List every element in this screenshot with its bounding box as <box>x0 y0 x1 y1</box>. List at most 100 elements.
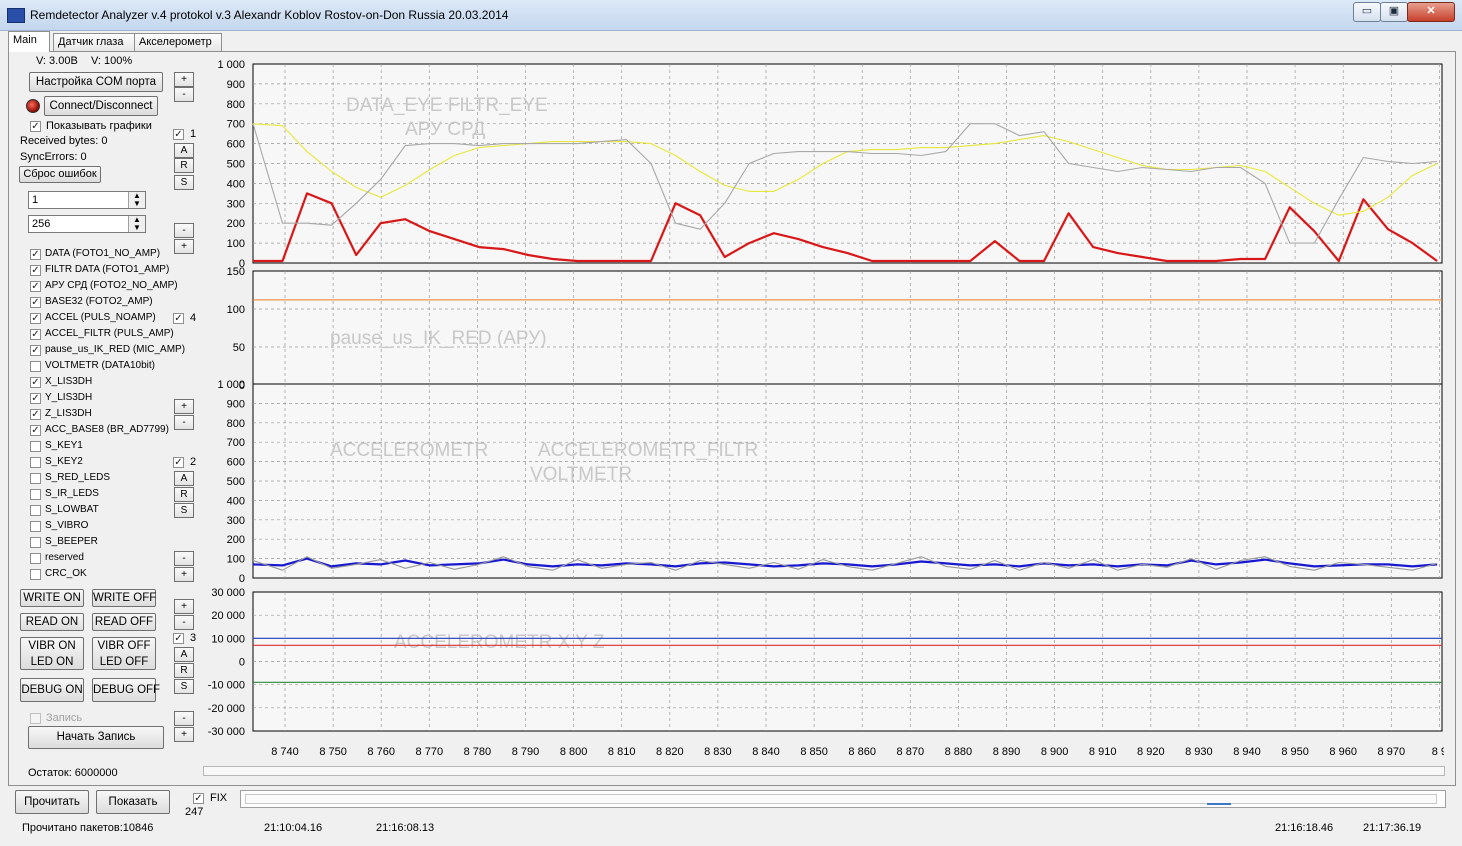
debug-off-button[interactable]: DEBUG OFF <box>92 678 160 702</box>
plus-button[interactable]: + <box>174 567 194 582</box>
channel-label: S_KEY1 <box>45 440 83 451</box>
auto-scale-button[interactable]: A <box>174 647 194 662</box>
x-tick-label: 8 810 <box>608 746 636 758</box>
channel-checkbox[interactable] <box>30 505 41 516</box>
plus-button[interactable]: + <box>174 72 194 87</box>
channel-checkbox[interactable] <box>30 521 41 532</box>
y-tick-label: 400 <box>227 178 245 190</box>
tab-accelerometer[interactable]: Акселерометр <box>134 33 222 51</box>
read-button[interactable]: Прочитать <box>15 790 89 814</box>
auto-scale-button[interactable]: A <box>174 143 194 158</box>
vibr-led-off-button[interactable]: VIBR OFF LED OFF <box>92 637 156 670</box>
x-tick-label: 8 970 <box>1378 746 1406 758</box>
x-tick-label: 8 950 <box>1281 746 1309 758</box>
channel-checkbox[interactable]: ✓ <box>30 313 41 324</box>
led-off-label: LED OFF <box>99 656 149 668</box>
write-on-button[interactable]: WRITE ON <box>20 589 84 607</box>
start-record-button[interactable]: Начать Запись <box>28 726 164 749</box>
y-tick-label: 700 <box>227 437 245 449</box>
channel-checkbox[interactable]: ✓ <box>30 329 41 340</box>
tab-eye-sensor[interactable]: Датчик глаза <box>53 33 135 51</box>
auto-scale-button[interactable]: A <box>174 471 194 486</box>
graph-4-checkbox[interactable]: ✓ <box>173 313 184 324</box>
channel-checkbox[interactable] <box>30 489 41 500</box>
scale-button[interactable]: S <box>174 175 194 190</box>
channel-checkbox[interactable] <box>30 473 41 484</box>
channel-checkbox[interactable]: ✓ <box>30 425 41 436</box>
graph-3-checkbox[interactable]: ✓ <box>173 633 184 644</box>
minimize-button[interactable]: ▭ <box>1353 2 1381 22</box>
channel-checkbox[interactable]: ✓ <box>30 377 41 388</box>
read-off-button[interactable]: READ OFF <box>92 613 156 631</box>
debug-on-button[interactable]: DEBUG ON <box>20 678 84 702</box>
channel-label: S_BEEPER <box>45 536 98 547</box>
channel-checkbox[interactable] <box>30 537 41 548</box>
y-tick-label: -30 000 <box>208 726 245 738</box>
chart-hscroll[interactable] <box>203 766 1445 776</box>
minus-button[interactable]: - <box>174 711 194 726</box>
x-tick-label: 8 790 <box>512 746 540 758</box>
channel-checkbox[interactable] <box>30 457 41 468</box>
plus-button[interactable]: + <box>174 239 194 254</box>
timeline-track[interactable] <box>245 794 1437 804</box>
timeline-scrollbar[interactable] <box>240 790 1446 808</box>
scale-button[interactable]: S <box>174 679 194 694</box>
channel-checkbox[interactable]: ✓ <box>30 297 41 308</box>
y-tick-label: 800 <box>227 99 245 111</box>
x-tick-label: 8 960 <box>1329 746 1357 758</box>
channel-checkbox[interactable]: ✓ <box>30 345 41 356</box>
com-settings-button[interactable]: Настройка COM порта <box>29 72 163 92</box>
graph-3-label: 3 <box>190 632 197 644</box>
x-tick-label: 8 800 <box>560 746 588 758</box>
channel-checkbox[interactable] <box>30 361 41 372</box>
show-button[interactable]: Показать <box>96 790 170 814</box>
maximize-button[interactable]: ▣ <box>1380 2 1408 22</box>
channel-checkbox[interactable] <box>30 441 41 452</box>
close-button[interactable]: ✕ <box>1407 2 1455 22</box>
chart-watermark: VOLTMETR <box>530 464 632 485</box>
record-checkbox[interactable] <box>30 713 41 724</box>
connect-disconnect-button[interactable]: Connect/Disconnect <box>44 96 158 116</box>
x-tick-label: 8 760 <box>367 746 395 758</box>
vibr-led-on-button[interactable]: VIBR ON LED ON <box>20 637 84 670</box>
reset-scale-button[interactable]: R <box>174 663 194 678</box>
start-time: 21:10:04.16 <box>264 822 323 834</box>
minus-button[interactable]: - <box>174 223 194 238</box>
timeline-thumb[interactable] <box>1207 793 1231 805</box>
tab-main[interactable]: Main <box>8 31 50 52</box>
minus-button[interactable]: - <box>174 415 194 430</box>
minus-button[interactable]: - <box>174 615 194 630</box>
graph-2-checkbox[interactable]: ✓ <box>173 457 184 468</box>
plus-button[interactable]: + <box>174 727 194 742</box>
fix-checkbox[interactable]: ✓ <box>193 793 204 804</box>
x-tick-label: 8 930 <box>1185 746 1213 758</box>
read-on-button[interactable]: READ ON <box>20 613 84 631</box>
plus-button[interactable]: + <box>174 599 194 614</box>
channel-checkbox[interactable] <box>30 569 41 580</box>
spinner-2[interactable]: 256 ▲ ▼ <box>28 215 146 233</box>
scale-button[interactable]: S <box>174 503 194 518</box>
channel-checkbox[interactable]: ✓ <box>30 249 41 260</box>
plus-button[interactable]: + <box>174 399 194 414</box>
graph-1-checkbox[interactable]: ✓ <box>173 129 184 140</box>
reset-scale-button[interactable]: R <box>174 158 194 173</box>
spinner-arrows-icon[interactable]: ▲ ▼ <box>128 192 145 208</box>
show-graphs-checkbox[interactable]: ✓ <box>30 121 41 132</box>
channel-checkbox[interactable]: ✓ <box>30 265 41 276</box>
channel-checkbox[interactable]: ✓ <box>30 281 41 292</box>
graph-4-label: 4 <box>190 312 197 324</box>
channel-label: S_IR_LEDS <box>45 488 99 499</box>
spinner-arrows-icon[interactable]: ▲ ▼ <box>128 216 145 232</box>
reset-errors-button[interactable]: Сброс ошибок <box>19 166 101 183</box>
chart-watermark: pause_us_IK_RED (АРУ) <box>330 328 547 349</box>
minus-button[interactable]: - <box>174 551 194 566</box>
reset-scale-button[interactable]: R <box>174 487 194 502</box>
channel-checkbox[interactable] <box>30 553 41 564</box>
write-off-button[interactable]: WRITE OFF <box>92 589 156 607</box>
channel-checkbox[interactable]: ✓ <box>30 393 41 404</box>
channel-label: FILTR DATA (FOTO1_AMP) <box>45 264 170 275</box>
minus-button[interactable]: - <box>174 87 194 102</box>
packets-read: Прочитано пакетов:10846 <box>22 822 154 834</box>
spinner-1[interactable]: 1 ▲ ▼ <box>28 191 146 209</box>
channel-checkbox[interactable]: ✓ <box>30 409 41 420</box>
